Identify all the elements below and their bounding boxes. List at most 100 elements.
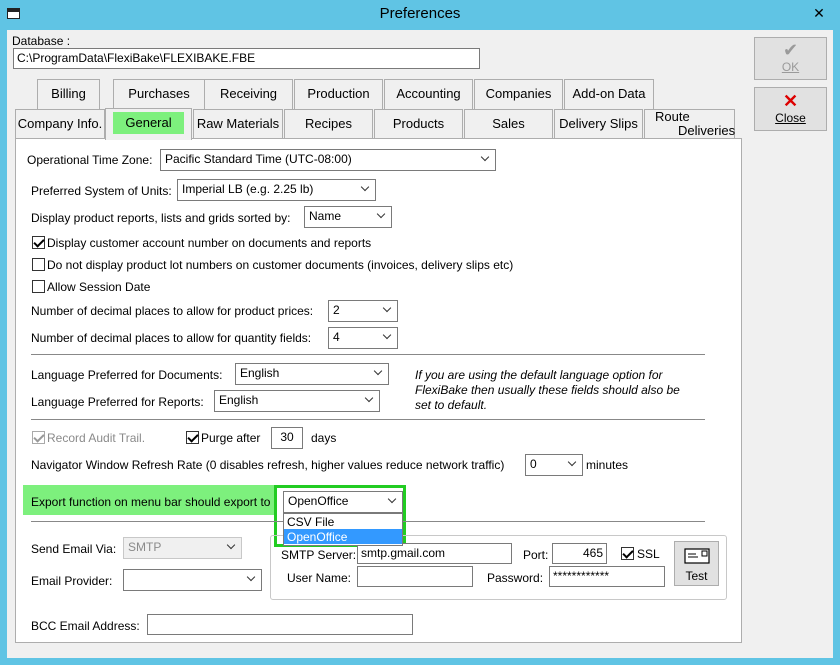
session-date-checkbox[interactable] (32, 280, 45, 293)
tab-sales[interactable]: Sales (464, 109, 553, 139)
display-account-label: Display customer account number on docum… (47, 236, 372, 250)
title-bar: Preferences ✕ (0, 0, 840, 30)
refresh-rate-select[interactable]: 0 (525, 454, 583, 476)
sort-value: Name (309, 209, 342, 223)
chevron-down-icon (375, 368, 383, 376)
audit-trail-checkbox[interactable] (32, 431, 45, 444)
purge-label: Purge after (201, 431, 261, 445)
language-note-line1: If you are using the default language op… (415, 368, 663, 382)
tab-route-label: Route (655, 109, 690, 124)
tab-route-deliveries[interactable]: Route Deliveries (644, 109, 735, 139)
username-label: User Name: (287, 571, 352, 585)
close-button[interactable]: ✕ Close (754, 87, 827, 131)
test-email-button[interactable]: Test (674, 541, 719, 586)
language-note-line3: set to default. (415, 398, 488, 412)
separator (31, 419, 705, 420)
purge-days-input[interactable]: 30 (271, 427, 303, 449)
chevron-down-icon (366, 395, 374, 403)
bcc-label: BCC Email Address: (31, 619, 140, 633)
tab-billing[interactable]: Billing (37, 79, 100, 109)
tab-accounting[interactable]: Accounting (384, 79, 473, 109)
checkmark-icon: ✔ (782, 40, 799, 60)
chevron-down-icon (384, 332, 392, 340)
database-path-field[interactable]: C:\ProgramData\FlexiBake\FLEXIBAKE.FBE (13, 48, 480, 69)
window-title: Preferences (379, 5, 461, 22)
tab-delivery-slips[interactable]: Delivery Slips (554, 109, 643, 139)
refresh-rate-unit: minutes (586, 458, 629, 472)
decimal-qty-select[interactable]: 4 (328, 327, 398, 349)
chevron-down-icon (384, 305, 392, 313)
password-label: Password: (487, 571, 544, 585)
chevron-down-icon (482, 154, 490, 162)
chevron-down-icon (389, 496, 397, 504)
language-docs-value: English (240, 366, 280, 380)
database-label: Database : (12, 34, 71, 48)
decimal-price-value: 2 (333, 303, 340, 317)
decimal-qty-label: Number of decimal places to allow for qu… (31, 331, 312, 345)
decimal-price-select[interactable]: 2 (328, 300, 398, 322)
units-value: Imperial LB (e.g. 2.25 lb) (182, 182, 314, 196)
purge-days-unit: days (311, 431, 337, 445)
password-input[interactable]: ************ (549, 566, 665, 587)
language-reports-select[interactable]: English (214, 390, 380, 412)
refresh-rate-value: 0 (530, 457, 537, 471)
units-select[interactable]: Imperial LB (e.g. 2.25 lb) (177, 179, 376, 201)
separator (31, 354, 705, 355)
language-docs-select[interactable]: English (235, 363, 389, 385)
language-docs-label: Language Preferred for Documents: (31, 368, 223, 382)
tab-deliveries-label: Deliveries (678, 123, 736, 138)
chevron-down-icon (248, 574, 256, 582)
language-note-line2: FlexiBake then usually these fields shou… (415, 383, 680, 397)
bcc-input[interactable] (147, 614, 413, 635)
no-lot-numbers-checkbox[interactable] (32, 258, 45, 271)
email-provider-select[interactable] (123, 569, 262, 591)
port-label: Port: (523, 548, 549, 562)
timezone-select[interactable]: Pacific Standard Time (UTC-08:00) (160, 149, 496, 171)
language-reports-label: Language Preferred for Reports: (31, 395, 204, 409)
chevron-down-icon (569, 459, 577, 467)
port-input[interactable]: 465 (552, 543, 607, 564)
tab-recipes[interactable]: Recipes (284, 109, 373, 139)
tab-purchases[interactable]: Purchases (113, 79, 205, 109)
export-dropdown-list: CSV File OpenOffice (283, 513, 403, 546)
session-date-label: Allow Session Date (47, 280, 151, 294)
display-account-checkbox[interactable] (32, 236, 45, 249)
tab-receiving[interactable]: Receiving (204, 79, 293, 109)
dialog-body: Database : C:\ProgramData\FlexiBake\FLEX… (7, 30, 833, 658)
ssl-label: SSL (637, 547, 660, 561)
envelope-icon (683, 548, 710, 564)
chevron-down-icon (228, 542, 236, 550)
export-label: Export function on menu bar should expor… (31, 495, 271, 509)
chevron-down-icon (362, 184, 370, 192)
units-label: Preferred System of Units: (31, 184, 172, 198)
email-provider-label: Email Provider: (31, 574, 113, 588)
tab-production[interactable]: Production (294, 79, 383, 109)
tab-add-on-data[interactable]: Add-on Data (564, 79, 654, 109)
export-option-openoffice[interactable]: OpenOffice (284, 529, 402, 544)
decimal-qty-value: 4 (333, 330, 340, 344)
test-email-label: Test (685, 569, 708, 583)
ok-button[interactable]: ✔ OK (754, 37, 827, 80)
smtp-server-input[interactable]: smtp.gmail.com (357, 543, 512, 564)
send-email-via-select[interactable]: SMTP (123, 537, 242, 559)
sort-select[interactable]: Name (304, 206, 392, 228)
tab-company-info[interactable]: Company Info. (15, 109, 105, 139)
tab-raw-materials[interactable]: Raw Materials (193, 109, 283, 139)
export-select[interactable]: OpenOffice (283, 491, 403, 513)
tab-general[interactable]: General (105, 108, 192, 140)
window-close-icon[interactable]: ✕ (806, 2, 832, 24)
preferences-window: Preferences ✕ Database : C:\ProgramData\… (0, 0, 840, 665)
export-option-csv[interactable]: CSV File (284, 514, 402, 529)
refresh-rate-label: Navigator Window Refresh Rate (0 disable… (31, 458, 505, 472)
send-email-via-label: Send Email Via: (31, 542, 117, 556)
username-input[interactable] (357, 566, 473, 587)
sort-label: Display product reports, lists and grids… (31, 211, 291, 225)
close-x-icon: ✕ (782, 91, 799, 111)
audit-trail-label: Record Audit Trail. (47, 431, 146, 445)
purge-checkbox[interactable] (186, 431, 199, 444)
send-email-via-value: SMTP (128, 540, 162, 554)
tab-companies[interactable]: Companies (474, 79, 563, 109)
ssl-checkbox[interactable] (621, 547, 634, 560)
tab-products[interactable]: Products (374, 109, 463, 139)
smtp-server-label: SMTP Server: (281, 548, 357, 562)
